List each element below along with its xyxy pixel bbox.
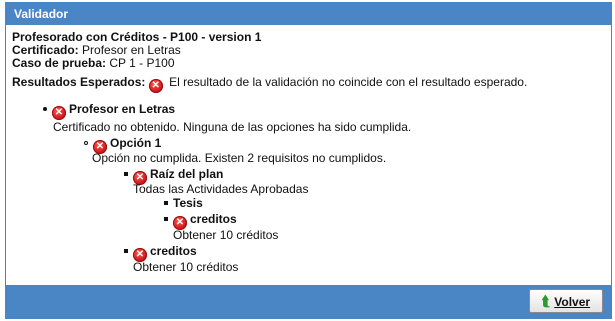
error-icon: ✕ <box>52 106 66 120</box>
bullet <box>84 141 88 145</box>
footer-bar: ⮬ Volver <box>6 285 611 318</box>
validador-panel: Validador Profesorado con Créditos - P10… <box>5 2 612 319</box>
tree-item-label: creditos <box>190 212 237 226</box>
bullet <box>164 217 168 221</box>
certificado-value: Profesor en Letras <box>82 43 181 57</box>
tree-item-desc: Obtener 10 créditos <box>173 228 279 242</box>
tree-item-label: creditos <box>150 244 197 258</box>
volver-label: Volver <box>554 294 591 309</box>
bullet <box>43 107 47 111</box>
tree-item-tesis: Tesis <box>164 197 203 210</box>
resultados-value: El resultado de la validación no coincid… <box>169 75 528 89</box>
caso-value: CP 1 - P100 <box>109 56 175 70</box>
tree-item-desc: Todas las Actividades Aprobadas <box>133 182 309 196</box>
tree-item-label: Tesis <box>173 196 203 210</box>
tree-item-label: Profesor en Letras <box>69 102 176 116</box>
tree-item-label: Opción 1 <box>110 136 162 150</box>
bullet <box>164 201 168 205</box>
bullet <box>124 249 128 253</box>
tree-item-desc: Obtener 10 créditos <box>133 260 239 274</box>
resultados-label: Resultados Esperados: <box>12 75 146 89</box>
content-area: Profesorado con Créditos - P100 - versio… <box>12 31 605 93</box>
certificado-label: Certificado: <box>12 43 79 57</box>
tree-item-desc: Opción no cumplida. Existen 2 requisitos… <box>92 151 387 165</box>
tree-item-label: Raíz del plan <box>150 167 224 181</box>
bullet <box>124 172 128 176</box>
volver-button[interactable]: ⮬ Volver <box>529 289 603 313</box>
error-icon: ✕ <box>148 79 163 93</box>
caso-label: Caso de prueba: <box>12 56 107 70</box>
panel-title: Validador <box>6 3 611 25</box>
back-arrow-icon: ⮬ <box>541 292 551 309</box>
tree-item-desc: Certificado no obtenido. Ninguna de las … <box>53 120 412 134</box>
tree-item-profesor: ✕ Profesor en Letras <box>43 103 175 120</box>
